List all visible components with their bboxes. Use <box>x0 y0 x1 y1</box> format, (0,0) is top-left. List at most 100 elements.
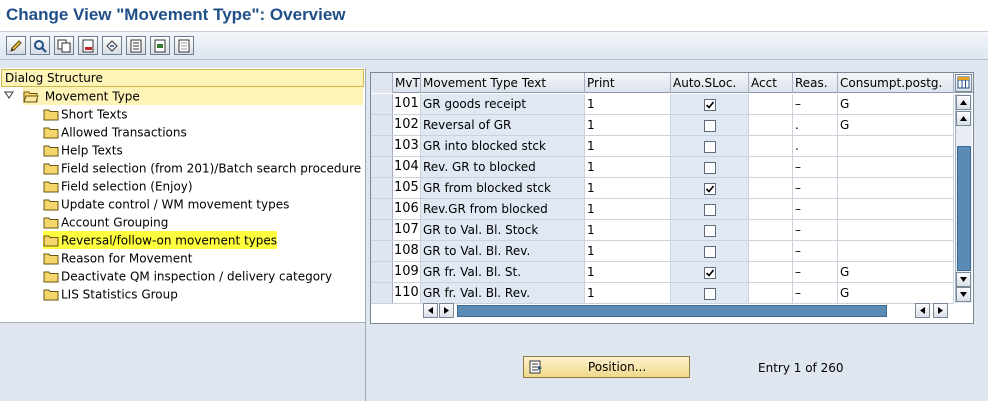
collapse-triangle-icon[interactable] <box>4 90 14 100</box>
scroll-right-step-button[interactable] <box>439 303 454 318</box>
row-selector[interactable] <box>371 94 393 114</box>
cell-print[interactable]: 1 <box>585 94 671 114</box>
table-row[interactable]: 106 Rev.GR from blocked 1 – <box>371 199 954 220</box>
cell-print[interactable]: 1 <box>585 178 671 198</box>
cell-reas[interactable]: . <box>793 136 838 156</box>
cell-consumpt-postg[interactable] <box>838 178 954 198</box>
cell-mvt[interactable]: 104 <box>393 157 421 177</box>
row-selector[interactable] <box>371 115 393 135</box>
tree-item-reason-for-movement[interactable]: Reason for Movement <box>43 249 192 267</box>
scroll-right-button[interactable] <box>933 303 948 318</box>
cell-print[interactable]: 1 <box>585 241 671 261</box>
cell-print[interactable]: 1 <box>585 199 671 219</box>
cell-acct[interactable] <box>749 220 793 240</box>
position-button[interactable]: Position... <box>523 356 690 378</box>
cell-acct[interactable] <box>749 262 793 282</box>
auto-sloc-checkbox[interactable] <box>703 182 716 195</box>
cell-movement-type-text[interactable]: Rev.GR from blocked <box>421 199 585 219</box>
cell-movement-type-text[interactable]: GR to Val. Bl. Rev. <box>421 241 585 261</box>
auto-sloc-checkbox[interactable] <box>703 287 716 300</box>
cell-acct[interactable] <box>749 241 793 261</box>
tree-item-update-control-wm-movement-types[interactable]: Update control / WM movement types <box>43 195 289 213</box>
cell-consumpt-postg[interactable]: G <box>838 262 954 282</box>
select-block-button[interactable] <box>150 36 170 55</box>
tree-item-short-texts[interactable]: Short Texts <box>43 105 128 123</box>
page-down-button[interactable] <box>956 272 971 287</box>
cell-consumpt-postg[interactable] <box>838 220 954 240</box>
tree-item-field-selection-from-201-batch-search-procedure[interactable]: Field selection (from 201)/Batch search … <box>43 159 361 177</box>
cell-acct[interactable] <box>749 115 793 135</box>
cell-movement-type-text[interactable]: GR goods receipt <box>421 94 585 114</box>
cell-print[interactable]: 1 <box>585 115 671 135</box>
cell-acct[interactable] <box>749 157 793 177</box>
horizontal-scroll-thumb[interactable] <box>457 305 887 317</box>
cell-print[interactable]: 1 <box>585 157 671 177</box>
column-header-acct[interactable]: Acct <box>749 73 793 93</box>
cell-movement-type-text[interactable]: Reversal of GR <box>421 115 585 135</box>
cell-acct[interactable] <box>749 136 793 156</box>
row-selector[interactable] <box>371 178 393 198</box>
column-header-movement-type-text[interactable]: Movement Type Text <box>421 73 585 93</box>
cell-consumpt-postg[interactable] <box>838 157 954 177</box>
table-row[interactable]: 107 GR to Val. Bl. Stock 1 – <box>371 220 954 241</box>
cell-mvt[interactable]: 110 <box>393 283 421 303</box>
cell-consumpt-postg[interactable]: G <box>838 94 954 114</box>
row-selector[interactable] <box>371 262 393 282</box>
row-selector[interactable] <box>371 283 393 303</box>
cell-movement-type-text[interactable]: GR from blocked stck <box>421 178 585 198</box>
auto-sloc-checkbox[interactable] <box>703 98 716 111</box>
cell-print[interactable]: 1 <box>585 136 671 156</box>
cell-reas[interactable]: . <box>793 115 838 135</box>
table-settings-button[interactable] <box>955 74 972 92</box>
row-selector[interactable] <box>371 220 393 240</box>
column-header-consumpt-postg[interactable]: Consumpt.postg. <box>838 73 954 93</box>
scroll-down-button[interactable] <box>956 287 971 302</box>
cell-consumpt-postg[interactable] <box>838 241 954 261</box>
cell-acct[interactable] <box>749 94 793 114</box>
cell-consumpt-postg[interactable]: G <box>838 283 954 303</box>
column-header-reas[interactable]: Reas. <box>793 73 838 93</box>
select-all-button[interactable] <box>126 36 146 55</box>
cell-print[interactable]: 1 <box>585 262 671 282</box>
deselect-all-button[interactable] <box>174 36 194 55</box>
scroll-left-button[interactable] <box>423 303 438 318</box>
cell-movement-type-text[interactable]: GR fr. Val. Bl. Rev. <box>421 283 585 303</box>
cell-acct[interactable] <box>749 199 793 219</box>
cell-mvt[interactable]: 101 <box>393 94 421 114</box>
cell-reas[interactable]: – <box>793 178 838 198</box>
cell-reas[interactable]: – <box>793 94 838 114</box>
cell-mvt[interactable]: 102 <box>393 115 421 135</box>
scroll-up-button[interactable] <box>956 95 971 110</box>
cell-movement-type-text[interactable]: Rev. GR to blocked <box>421 157 585 177</box>
cell-mvt[interactable]: 108 <box>393 241 421 261</box>
auto-sloc-checkbox[interactable] <box>703 203 716 216</box>
column-header-auto-sloc[interactable]: Auto.SLoc. <box>671 73 749 93</box>
auto-sloc-checkbox[interactable] <box>703 245 716 258</box>
cell-consumpt-postg[interactable]: G <box>838 115 954 135</box>
row-selector[interactable] <box>371 199 393 219</box>
horizontal-scrollbar[interactable] <box>423 303 955 319</box>
select-all-header-cell[interactable] <box>371 73 393 93</box>
table-row[interactable]: 109 GR fr. Val. Bl. St. 1 – G <box>371 262 954 283</box>
cell-movement-type-text[interactable]: GR fr. Val. Bl. St. <box>421 262 585 282</box>
tree-item-allowed-transactions[interactable]: Allowed Transactions <box>43 123 187 141</box>
tree-item-reversal-follow-on-movement-types[interactable]: Reversal/follow-on movement types <box>43 231 278 249</box>
table-row[interactable]: 102 Reversal of GR 1. G <box>371 115 954 136</box>
tree-item-help-texts[interactable]: Help Texts <box>43 141 123 159</box>
display-change-button[interactable] <box>30 36 50 55</box>
undo-button[interactable] <box>102 36 122 55</box>
row-selector[interactable] <box>371 136 393 156</box>
column-header-print[interactable]: Print <box>585 73 671 93</box>
cell-reas[interactable]: – <box>793 241 838 261</box>
table-row[interactable]: 108 GR to Val. Bl. Rev. 1 – <box>371 241 954 262</box>
tree-item-lis-statistics-group[interactable]: LIS Statistics Group <box>43 285 178 303</box>
vertical-scroll-thumb[interactable] <box>957 146 971 271</box>
table-row[interactable]: 104 Rev. GR to blocked 1 – <box>371 157 954 178</box>
copy-button[interactable] <box>54 36 74 55</box>
table-row[interactable]: 101 GR goods receipt 1 – G <box>371 94 954 115</box>
cell-reas[interactable]: – <box>793 283 838 303</box>
page-up-button[interactable] <box>956 111 971 126</box>
cell-print[interactable]: 1 <box>585 220 671 240</box>
cell-print[interactable]: 1 <box>585 283 671 303</box>
auto-sloc-checkbox[interactable] <box>703 266 716 279</box>
